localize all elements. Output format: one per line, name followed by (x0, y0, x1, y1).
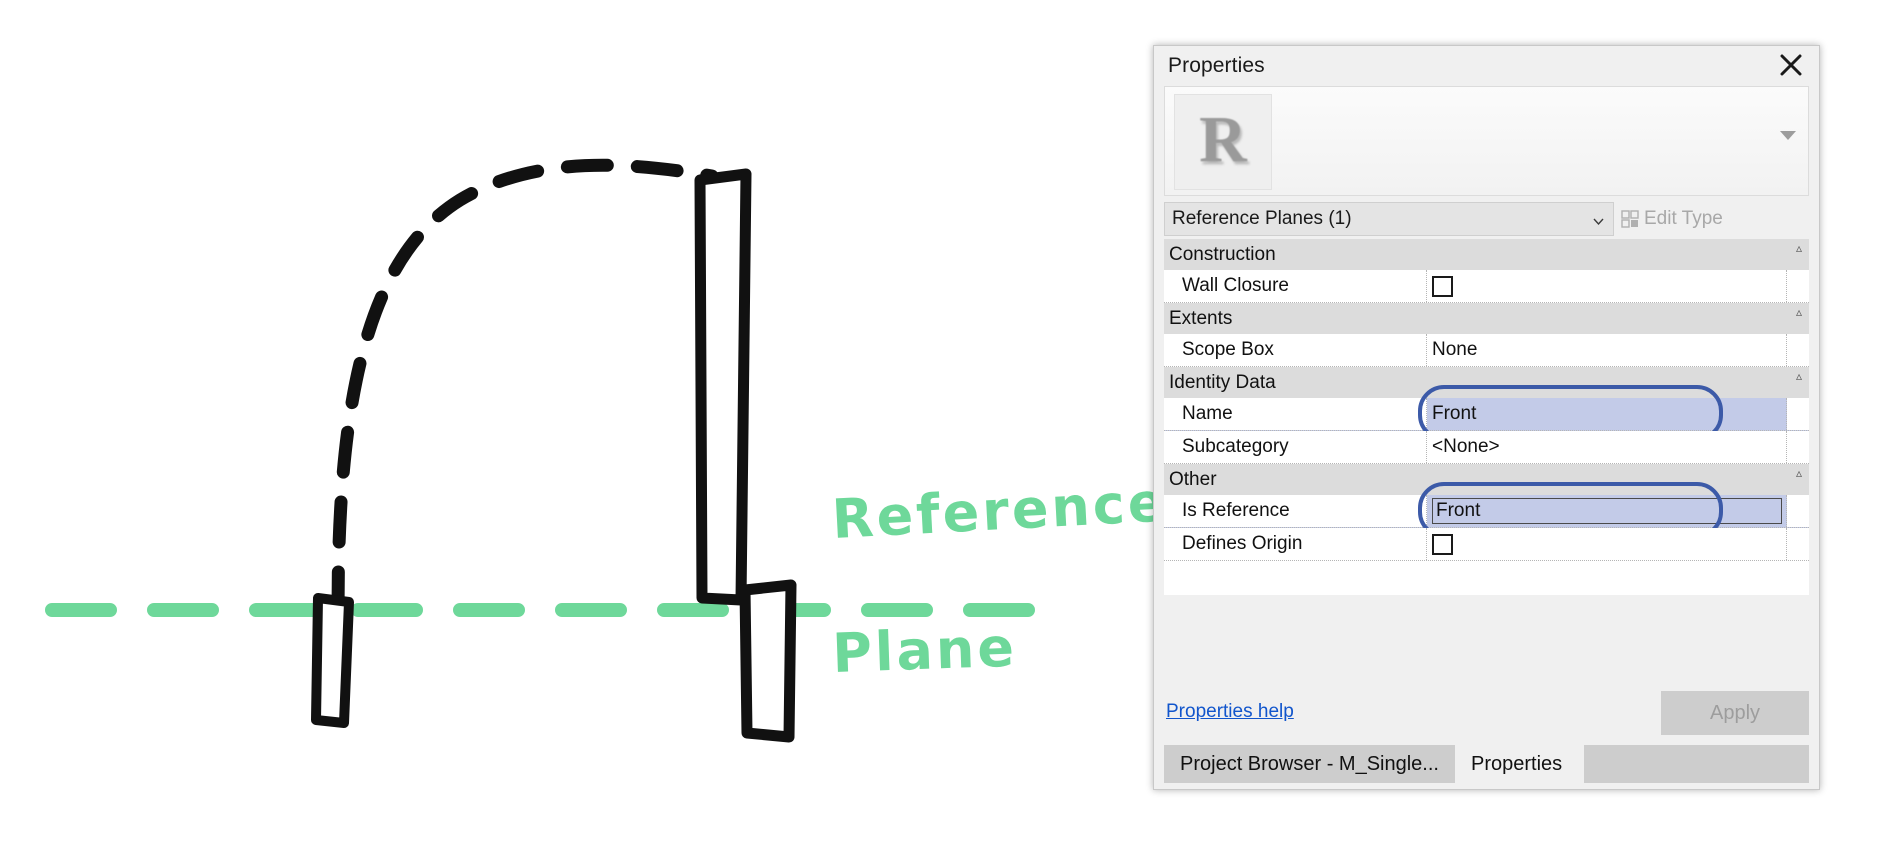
property-name: Is Reference (1164, 495, 1427, 527)
collapse-icon[interactable]: ▵ (1796, 370, 1802, 382)
property-name: Name (1164, 398, 1427, 430)
table-row[interactable]: Wall Closure (1164, 270, 1809, 303)
revit-r-logo-icon: R (1199, 103, 1247, 176)
row-tail (1787, 528, 1809, 560)
defines-origin-checkbox[interactable] (1432, 533, 1453, 555)
door-swing-arc-icon (331, 158, 719, 619)
table-row[interactable]: Name Front (1164, 385, 1809, 441)
close-icon[interactable] (1775, 50, 1807, 80)
property-value[interactable]: Front (1427, 495, 1787, 527)
panel-footer: Properties help Apply (1154, 689, 1819, 741)
chevron-down-icon[interactable] (1780, 131, 1796, 140)
group-header-identity-data[interactable]: Identity Data ▵ (1164, 367, 1809, 398)
left-wall-jamb (311, 593, 354, 728)
right-wall-jamb (739, 579, 797, 743)
property-value[interactable]: Front (1427, 398, 1787, 430)
panel-tab-strip: Project Browser - M_Single... Properties (1154, 745, 1819, 789)
property-name: Scope Box (1164, 334, 1427, 366)
panel-titlebar: Properties (1154, 46, 1819, 86)
collapse-icon[interactable]: ▵ (1796, 306, 1802, 318)
annotation-plane-text: Plane (831, 616, 1018, 685)
type-selector-dropdown[interactable]: Reference Planes (1) (1164, 202, 1614, 236)
collapse-icon[interactable]: ▵ (1796, 467, 1802, 479)
edit-type-button[interactable]: Edit Type (1621, 202, 1731, 236)
type-selector-row: Reference Planes (1) Edit Type (1154, 202, 1819, 236)
group-label: Identity Data (1169, 371, 1276, 393)
edit-type-label: Edit Type (1644, 208, 1723, 229)
group-label: Construction (1169, 243, 1276, 265)
row-tail (1787, 270, 1809, 302)
table-row[interactable]: Subcategory <None> (1164, 431, 1809, 464)
door-panel (694, 168, 752, 606)
properties-help-link[interactable]: Properties help (1166, 701, 1294, 723)
grid-empty-space (1164, 561, 1809, 595)
tab-strip-filler (1584, 745, 1809, 783)
property-name: Subcategory (1164, 431, 1427, 463)
annotation-reference-text: Reference (830, 471, 1168, 551)
collapse-icon[interactable]: ▵ (1796, 242, 1802, 254)
property-value[interactable] (1427, 528, 1787, 560)
property-value[interactable]: <None> (1427, 431, 1787, 463)
table-row[interactable]: Scope Box None (1164, 334, 1809, 367)
type-selector-value: Reference Planes (1) (1172, 208, 1352, 229)
group-header-extents[interactable]: Extents ▵ (1164, 303, 1809, 334)
svg-text:Plane: Plane (831, 616, 1018, 685)
group-label: Extents (1169, 307, 1233, 329)
chevron-down-icon (1593, 218, 1604, 226)
property-name: Wall Closure (1164, 270, 1427, 302)
table-row[interactable]: Defines Origin (1164, 528, 1809, 561)
property-value[interactable] (1427, 270, 1787, 302)
group-header-other[interactable]: Other ▵ (1164, 464, 1809, 495)
type-thumbnail: R (1174, 94, 1272, 190)
group-header-construction[interactable]: Construction ▵ (1164, 239, 1809, 270)
property-name: Defines Origin (1164, 528, 1427, 560)
wall-closure-checkbox[interactable] (1432, 275, 1453, 297)
row-tail (1787, 495, 1809, 527)
page-title: Properties (1168, 54, 1265, 77)
property-value[interactable]: None (1427, 334, 1787, 366)
tab-project-browser[interactable]: Project Browser - M_Single... (1164, 745, 1455, 783)
tab-properties[interactable]: Properties (1454, 745, 1579, 783)
table-row[interactable]: Is Reference Front (1164, 482, 1809, 538)
edit-type-icon (1621, 210, 1639, 228)
row-tail (1787, 398, 1809, 430)
type-preview-box: R (1164, 86, 1809, 196)
svg-text:Reference: Reference (830, 471, 1168, 551)
properties-grid: Construction ▵ Wall Closure Extents ▵ Sc… (1164, 239, 1809, 595)
is-reference-combobox[interactable]: Front (1432, 498, 1782, 524)
row-tail (1787, 431, 1809, 463)
apply-button[interactable]: Apply (1661, 691, 1809, 735)
row-tail (1787, 334, 1809, 366)
properties-palette: Properties R Reference Planes (1) Edit T… (1153, 45, 1820, 790)
group-label: Other (1169, 468, 1217, 490)
